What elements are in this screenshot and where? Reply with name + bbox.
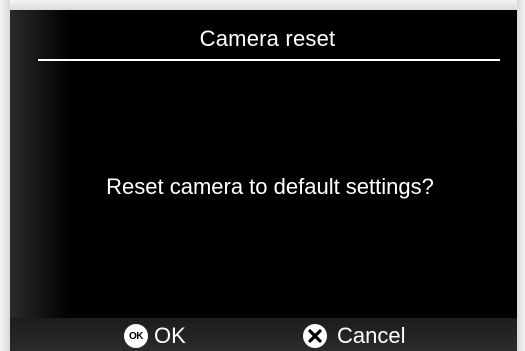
cancel-label: Cancel bbox=[337, 323, 406, 348]
ok-label: OK bbox=[154, 323, 186, 348]
cancel-button[interactable]: Cancel bbox=[303, 322, 405, 350]
bezel-top bbox=[0, 0, 525, 10]
button-bar bbox=[10, 318, 517, 351]
ok-button[interactable]: OK OK bbox=[124, 322, 186, 350]
dialog-message: Reset camera to default settings? bbox=[106, 174, 434, 199]
title-divider bbox=[38, 59, 500, 61]
x-circle-icon bbox=[303, 324, 327, 348]
dialog-title: Camera reset bbox=[199, 26, 336, 51]
camera-lcd-screen: Camera reset Reset camera to default set… bbox=[0, 0, 525, 351]
ok-circle-icon: OK bbox=[124, 324, 148, 348]
